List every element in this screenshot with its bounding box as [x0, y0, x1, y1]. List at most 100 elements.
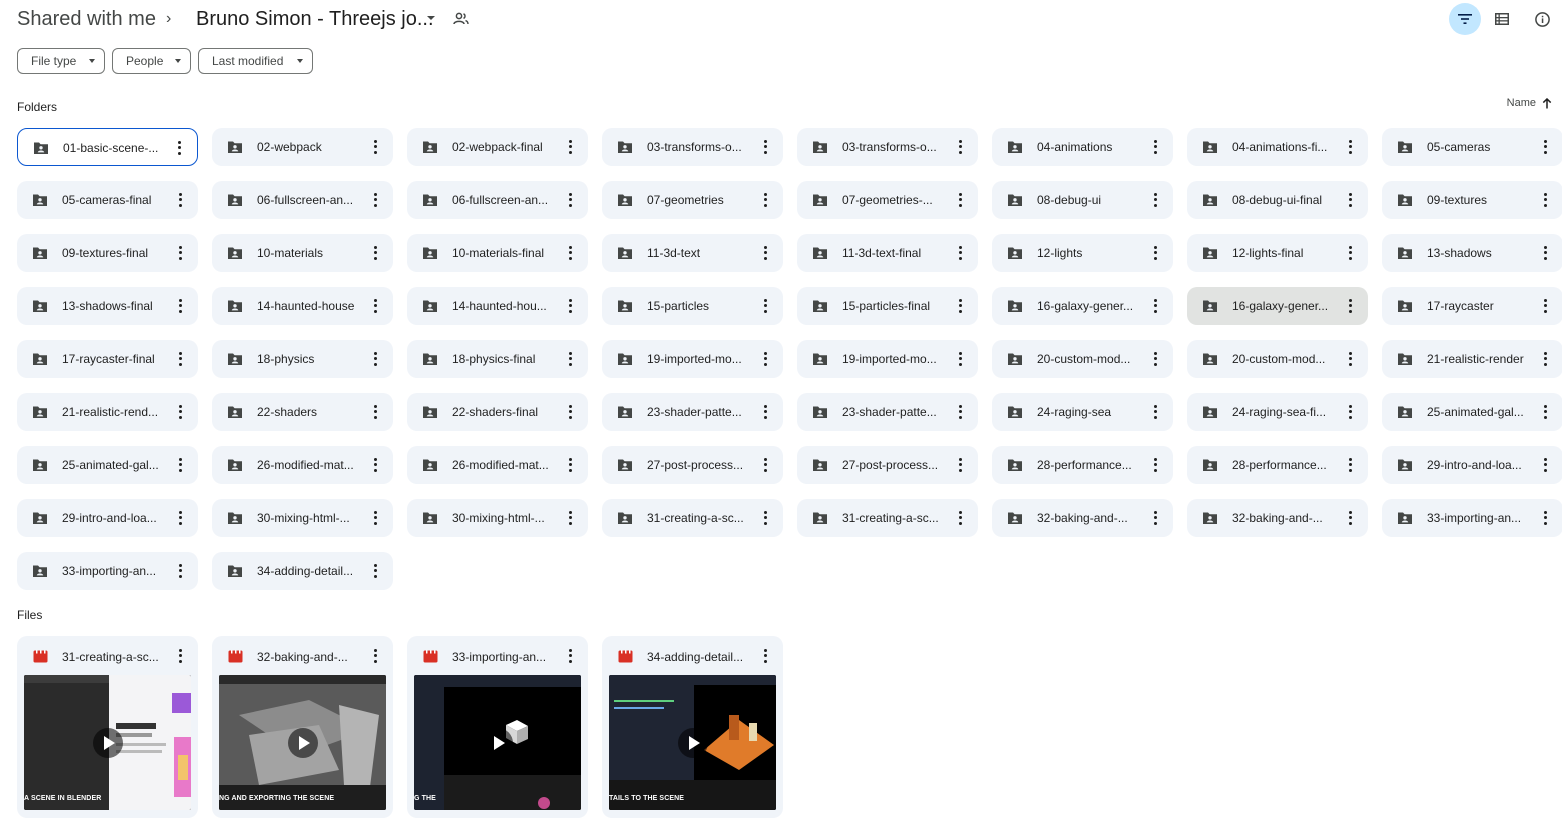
more-actions-icon[interactable] [174, 510, 186, 526]
more-actions-icon[interactable] [369, 648, 381, 664]
more-actions-icon[interactable] [759, 404, 771, 420]
folder-card[interactable]: 24-raging-sea-fi... [1187, 393, 1368, 431]
folder-card[interactable]: 31-creating-a-sc... [602, 499, 783, 537]
folder-card[interactable]: 04-animations-fi... [1187, 128, 1368, 166]
folder-card[interactable]: 10-materials [212, 234, 393, 272]
folder-card[interactable]: 14-haunted-hou... [407, 287, 588, 325]
folder-card[interactable]: 05-cameras-final [17, 181, 198, 219]
folder-card[interactable]: 34-adding-detail... [212, 552, 393, 590]
more-actions-icon[interactable] [1344, 404, 1356, 420]
folder-card[interactable]: 15-particles [602, 287, 783, 325]
more-actions-icon[interactable] [1149, 457, 1161, 473]
more-actions-icon[interactable] [1344, 351, 1356, 367]
more-actions-icon[interactable] [564, 245, 576, 261]
more-actions-icon[interactable] [174, 245, 186, 261]
folder-card[interactable]: 26-modified-mat... [212, 446, 393, 484]
folder-card[interactable]: 29-intro-and-loa... [17, 499, 198, 537]
more-actions-icon[interactable] [954, 457, 966, 473]
more-actions-icon[interactable] [759, 510, 771, 526]
more-actions-icon[interactable] [1539, 245, 1551, 261]
filter-button[interactable] [1449, 3, 1481, 35]
folder-card[interactable]: 28-performance... [992, 446, 1173, 484]
more-actions-icon[interactable] [954, 510, 966, 526]
more-actions-icon[interactable] [954, 298, 966, 314]
folder-card[interactable]: 19-imported-mo... [797, 340, 978, 378]
more-actions-icon[interactable] [1149, 351, 1161, 367]
more-actions-icon[interactable] [564, 404, 576, 420]
file-type-filter[interactable]: File type [17, 48, 105, 74]
breadcrumb-shared-with-me[interactable]: Shared with me [17, 8, 156, 31]
folder-card[interactable]: 03-transforms-o... [602, 128, 783, 166]
more-actions-icon[interactable] [369, 298, 381, 314]
more-actions-icon[interactable] [564, 192, 576, 208]
folder-card[interactable]: 14-haunted-house [212, 287, 393, 325]
folder-card[interactable]: 26-modified-mat... [407, 446, 588, 484]
more-actions-icon[interactable] [1149, 510, 1161, 526]
folder-card[interactable]: 17-raycaster-final [17, 340, 198, 378]
more-actions-icon[interactable] [173, 140, 185, 156]
more-actions-icon[interactable] [1539, 139, 1551, 155]
more-actions-icon[interactable] [954, 245, 966, 261]
folder-card[interactable]: 23-shader-patte... [602, 393, 783, 431]
more-actions-icon[interactable] [954, 192, 966, 208]
folder-card[interactable]: 05-cameras [1382, 128, 1562, 166]
details-button[interactable] [1526, 3, 1558, 35]
more-actions-icon[interactable] [759, 298, 771, 314]
folder-card[interactable]: 21-realistic-rend... [17, 393, 198, 431]
folder-card[interactable]: 25-animated-gal... [1382, 393, 1562, 431]
folder-card[interactable]: 03-transforms-o... [797, 128, 978, 166]
folder-card[interactable]: 22-shaders [212, 393, 393, 431]
file-card[interactable]: 34-adding-detail... TAILS TO THE SCENE [602, 636, 783, 818]
shared-people-icon[interactable] [452, 10, 470, 28]
more-actions-icon[interactable] [954, 404, 966, 420]
more-actions-icon[interactable] [564, 510, 576, 526]
more-actions-icon[interactable] [1149, 192, 1161, 208]
more-actions-icon[interactable] [1344, 192, 1356, 208]
folder-card[interactable]: 30-mixing-html-... [212, 499, 393, 537]
folder-card[interactable]: 23-shader-patte... [797, 393, 978, 431]
folder-card[interactable]: 16-galaxy-gener... [992, 287, 1173, 325]
folder-card[interactable]: 33-importing-an... [1382, 499, 1562, 537]
more-actions-icon[interactable] [1539, 457, 1551, 473]
folder-card[interactable]: 20-custom-mod... [992, 340, 1173, 378]
folder-card[interactable]: 33-importing-an... [17, 552, 198, 590]
folder-card[interactable]: 02-webpack [212, 128, 393, 166]
dropdown-arrow-icon[interactable] [424, 11, 438, 25]
folder-card[interactable]: 13-shadows-final [17, 287, 198, 325]
play-icon[interactable] [287, 727, 318, 758]
folder-card[interactable]: 10-materials-final [407, 234, 588, 272]
folder-card[interactable]: 13-shadows [1382, 234, 1562, 272]
folder-card[interactable]: 12-lights [992, 234, 1173, 272]
more-actions-icon[interactable] [759, 648, 771, 664]
more-actions-icon[interactable] [759, 457, 771, 473]
folder-card[interactable]: 24-raging-sea [992, 393, 1173, 431]
folder-card[interactable]: 12-lights-final [1187, 234, 1368, 272]
more-actions-icon[interactable] [174, 298, 186, 314]
more-actions-icon[interactable] [759, 192, 771, 208]
folder-card[interactable]: 21-realistic-render [1382, 340, 1562, 378]
folder-card[interactable]: 09-textures [1382, 181, 1562, 219]
more-actions-icon[interactable] [1149, 404, 1161, 420]
folder-card[interactable]: 17-raycaster [1382, 287, 1562, 325]
folder-card[interactable]: 30-mixing-html-... [407, 499, 588, 537]
more-actions-icon[interactable] [759, 245, 771, 261]
folder-card[interactable]: 01-basic-scene-... [17, 128, 198, 166]
more-actions-icon[interactable] [1344, 298, 1356, 314]
folder-card[interactable]: 29-intro-and-loa... [1382, 446, 1562, 484]
more-actions-icon[interactable] [564, 457, 576, 473]
more-actions-icon[interactable] [369, 404, 381, 420]
more-actions-icon[interactable] [564, 648, 576, 664]
folder-card[interactable]: 27-post-process... [602, 446, 783, 484]
breadcrumb-current-folder[interactable]: Bruno Simon - Threejs jo... [196, 8, 434, 31]
video-thumbnail[interactable]: A SCENE IN BLENDER [24, 675, 191, 810]
more-actions-icon[interactable] [174, 192, 186, 208]
more-actions-icon[interactable] [1344, 510, 1356, 526]
folder-card[interactable]: 06-fullscreen-an... [212, 181, 393, 219]
more-actions-icon[interactable] [1539, 404, 1551, 420]
folder-card[interactable]: 25-animated-gal... [17, 446, 198, 484]
folder-card[interactable]: 09-textures-final [17, 234, 198, 272]
more-actions-icon[interactable] [174, 648, 186, 664]
more-actions-icon[interactable] [369, 351, 381, 367]
folder-card[interactable]: 02-webpack-final [407, 128, 588, 166]
more-actions-icon[interactable] [174, 351, 186, 367]
